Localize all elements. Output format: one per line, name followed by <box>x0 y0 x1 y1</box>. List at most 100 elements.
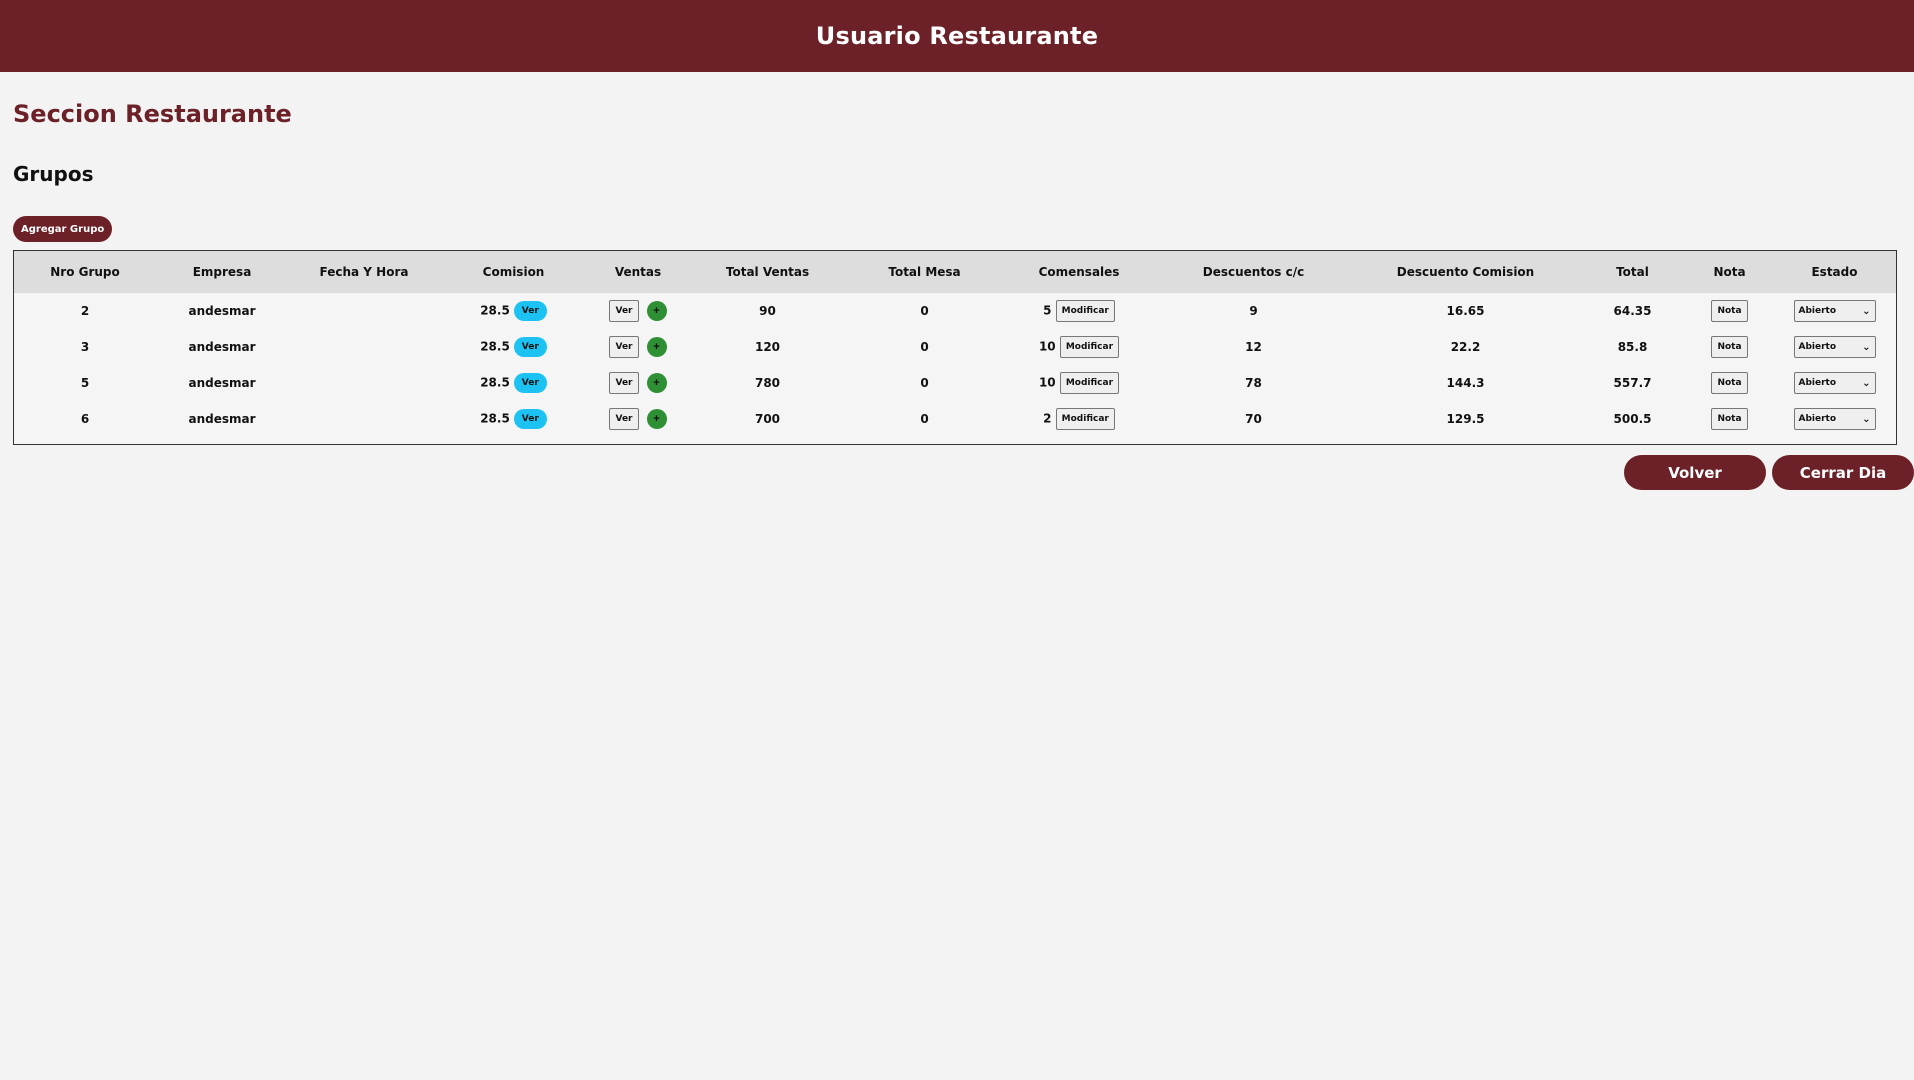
chevron-down-icon: ⌄ <box>1862 341 1871 353</box>
cell-total-ventas: 120 <box>754 340 781 354</box>
bottom-actions: Volver Cerrar Dia <box>1624 455 1914 490</box>
cell-total: 64.35 <box>1613 304 1652 318</box>
ver-comision-button[interactable]: Ver <box>513 337 547 357</box>
estado-value: Abierto <box>1798 306 1837 316</box>
cell-total: 85.8 <box>1617 340 1648 354</box>
cell-nro-grupo: 2 <box>80 304 90 318</box>
add-group-button[interactable]: Agregar Grupo <box>13 216 113 242</box>
cell-total-ventas: 780 <box>754 376 781 390</box>
cell-nro-grupo: 3 <box>80 340 90 354</box>
cell-descuento-comision: 129.5 <box>1446 412 1485 426</box>
header-comision: Comision <box>482 265 545 279</box>
ver-ventas-button[interactable]: Ver <box>609 336 639 358</box>
cell-nota: Nota <box>1686 293 1773 329</box>
header-ventas: Ventas <box>614 265 662 279</box>
cell-comensales: 5 Modificar <box>1003 293 1155 329</box>
ver-comision-button[interactable]: Ver <box>513 301 547 321</box>
table-row: 5 andesmar 28.5 Ver Ver + 780 0 10 Modific… <box>14 365 1896 401</box>
header-total-ventas: Total Ventas <box>725 265 810 279</box>
cell-comision: 28.5 Ver <box>440 401 587 444</box>
modificar-button[interactable]: Modificar <box>1059 336 1120 358</box>
add-venta-button[interactable]: + <box>646 409 667 429</box>
table-row: 6 andesmar 28.5 Ver Ver + 700 0 2 Modifica… <box>14 401 1896 444</box>
comision-value: 28.5 <box>480 339 510 354</box>
cell-comensales: 10 Modificar <box>1003 329 1155 365</box>
cell-nota: Nota <box>1686 365 1773 401</box>
header-descuentos-cc: Descuentos c/c <box>1202 265 1305 279</box>
comensales-value: 10 <box>1038 375 1056 390</box>
nota-button[interactable]: Nota <box>1711 336 1748 358</box>
ver-comision-button[interactable]: Ver <box>513 373 547 393</box>
add-venta-button[interactable]: + <box>646 301 667 321</box>
estado-select[interactable]: Abierto ⌄ <box>1793 408 1876 430</box>
ver-ventas-button[interactable]: Ver <box>609 300 639 322</box>
top-bar: Usuario Restaurante <box>0 0 1914 72</box>
comision-value: 28.5 <box>480 411 510 426</box>
cell-total-mesa: 0 <box>920 376 929 390</box>
cell-total-mesa: 0 <box>920 340 929 354</box>
estado-select[interactable]: Abierto ⌄ <box>1793 336 1876 358</box>
main-content: Seccion Restaurante Grupos Agregar Grupo… <box>0 100 1914 445</box>
cell-ventas: Ver + <box>587 365 689 401</box>
cell-fecha-hora <box>288 365 440 401</box>
chevron-down-icon: ⌄ <box>1862 413 1871 425</box>
cell-descuento-comision: 144.3 <box>1446 376 1485 390</box>
cell-total: 500.5 <box>1613 412 1652 426</box>
cell-empresa: andesmar <box>188 412 256 426</box>
cell-empresa: andesmar <box>188 340 256 354</box>
estado-select[interactable]: Abierto ⌄ <box>1793 372 1876 394</box>
estado-value: Abierto <box>1798 378 1837 388</box>
modificar-button[interactable]: Modificar <box>1055 408 1115 430</box>
cell-nota: Nota <box>1686 329 1773 365</box>
comision-value: 28.5 <box>480 375 510 390</box>
cell-descuentos-cc: 70 <box>1245 412 1262 426</box>
modificar-button[interactable]: Modificar <box>1059 372 1120 394</box>
page-header-title: Usuario Restaurante <box>815 22 1099 50</box>
cell-total-ventas: 700 <box>754 412 781 426</box>
cell-comensales: 10 Modificar <box>1003 365 1155 401</box>
modificar-button[interactable]: Modificar <box>1055 300 1115 322</box>
nota-button[interactable]: Nota <box>1711 300 1748 322</box>
cell-ventas: Ver + <box>587 401 689 444</box>
estado-select[interactable]: Abierto ⌄ <box>1793 300 1876 322</box>
cell-fecha-hora <box>288 329 440 365</box>
table-row: 3 andesmar 28.5 Ver Ver + 120 0 10 Modific… <box>14 329 1896 365</box>
cell-descuento-comision: 16.65 <box>1446 304 1485 318</box>
cell-descuentos-cc: 12 <box>1245 340 1262 354</box>
cell-comensales: 2 Modificar <box>1003 401 1155 444</box>
cell-nro-grupo: 6 <box>80 412 90 426</box>
header-nota: Nota <box>1713 265 1746 279</box>
cerrar-dia-button[interactable]: Cerrar Dia <box>1772 455 1914 490</box>
nota-button[interactable]: Nota <box>1711 408 1748 430</box>
ver-ventas-button[interactable]: Ver <box>609 408 639 430</box>
ver-comision-button[interactable]: Ver <box>513 409 547 429</box>
volver-button[interactable]: Volver <box>1624 455 1766 490</box>
cell-descuentos-cc: 9 <box>1249 304 1258 318</box>
ver-ventas-button[interactable]: Ver <box>609 372 639 394</box>
header-descuento-comision: Descuento Comision <box>1396 265 1535 279</box>
cell-comision: 28.5 Ver <box>440 293 587 329</box>
header-nro-grupo: Nro Grupo <box>50 265 120 279</box>
add-venta-button[interactable]: + <box>646 373 667 393</box>
comision-value: 28.5 <box>480 303 510 318</box>
cell-total-ventas: 90 <box>759 304 776 318</box>
table-header-row: Nro Grupo Empresa Fecha Y Hora Comision … <box>14 251 1896 293</box>
section-title: Seccion Restaurante <box>13 100 292 128</box>
cell-descuento-comision: 22.2 <box>1450 340 1481 354</box>
cell-total-mesa: 0 <box>920 304 929 318</box>
header-empresa: Empresa <box>192 265 252 279</box>
header-comensales: Comensales <box>1038 265 1120 279</box>
add-venta-button[interactable]: + <box>646 337 667 357</box>
cell-descuentos-cc: 78 <box>1245 376 1262 390</box>
groups-table: Nro Grupo Empresa Fecha Y Hora Comision … <box>14 251 1896 444</box>
cell-estado: Abierto ⌄ <box>1773 329 1896 365</box>
table-row: 2 andesmar 28.5 Ver Ver + 90 0 5 Modificar… <box>14 293 1896 329</box>
groups-title: Grupos <box>13 162 94 186</box>
cell-comision: 28.5 Ver <box>440 365 587 401</box>
groups-table-container: Nro Grupo Empresa Fecha Y Hora Comision … <box>13 250 1897 445</box>
cell-ventas: Ver + <box>587 293 689 329</box>
nota-button[interactable]: Nota <box>1711 372 1748 394</box>
cell-total-mesa: 0 <box>920 412 929 426</box>
cell-ventas: Ver + <box>587 329 689 365</box>
cell-empresa: andesmar <box>188 304 256 318</box>
